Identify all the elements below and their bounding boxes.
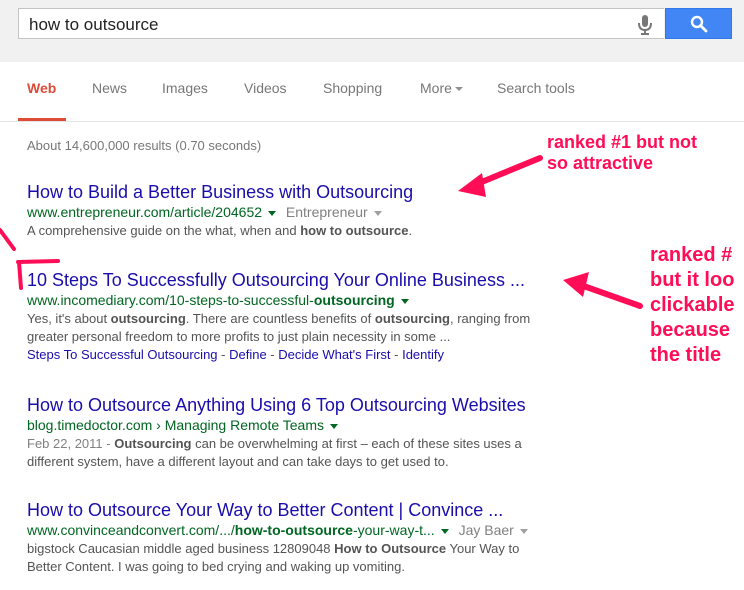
tab-images[interactable]: Images [162, 80, 208, 96]
search-result: How to Outsource Your Way to Better Cont… [27, 499, 597, 576]
snippet-line: Yes, it's about outsourcing. There are c… [27, 310, 597, 328]
sitelink-separator: - [390, 347, 403, 362]
chevron-down-icon[interactable] [373, 210, 382, 216]
search-input[interactable] [27, 12, 631, 38]
sitelink-separator: - [266, 347, 279, 362]
chevron-down-icon[interactable] [400, 298, 409, 304]
snippet-text: . There are countless benefits of [185, 311, 375, 326]
snippet-text: Yes, it's about [27, 311, 111, 326]
snippet-bold: how to outsource [300, 223, 409, 238]
sitelink[interactable]: Steps To Successful Outsourcing [27, 347, 218, 362]
chevron-down-icon [454, 87, 463, 92]
annotation-line: so attractive [547, 153, 654, 173]
annotation-line: clickable [650, 294, 735, 316]
annotation-mark [17, 260, 23, 290]
tab-web[interactable]: Web [27, 80, 56, 96]
search-button[interactable] [665, 8, 732, 39]
result-source: Entrepreneur [285, 204, 368, 220]
snippet-bold: How to Outsource [334, 541, 447, 556]
result-url-text: blog.timedoctor.com › Managing Remote Te… [27, 417, 324, 433]
result-title-link[interactable]: 10 Steps To Successfully Outsourcing You… [27, 269, 597, 291]
result-url-bold: how-to-outsource [234, 522, 353, 538]
sitelink[interactable]: Decide What's First [278, 347, 390, 362]
result-title-link[interactable]: How to Build a Better Business with Outs… [27, 181, 597, 203]
active-tab-indicator [18, 118, 66, 121]
result-url-text: -your-way-t... [352, 522, 435, 538]
result-url: www.convinceandconvert.com/.../how-to-ou… [27, 521, 597, 540]
snippet-line: Better Content. I was going to bed cryin… [27, 559, 405, 574]
chevron-down-icon[interactable] [330, 423, 338, 429]
annotation-text: ranked # but it loo clickable because th… [650, 243, 735, 368]
annotation-text: ranked #1 but not so attractive [547, 132, 697, 174]
result-url-text: www.convinceandconvert.com/.../ [27, 522, 235, 538]
annotation-mark [16, 259, 60, 264]
result-snippet: Yes, it's about outsourcing. There are c… [27, 310, 597, 346]
annotation-line: because [650, 319, 731, 341]
snippet-bold: outsourcing [374, 311, 450, 326]
result-url: www.entrepreneur.com/article/204652 Entr… [27, 203, 597, 222]
tab-more[interactable]: More [420, 80, 463, 96]
result-title-link[interactable]: How to Outsource Anything Using 6 Top Ou… [27, 394, 597, 416]
annotation-line: the title [650, 344, 722, 366]
tab-search-tools[interactable]: Search tools [497, 80, 575, 96]
search-result: 10 Steps To Successfully Outsourcing You… [27, 269, 597, 364]
tab-shopping[interactable]: Shopping [323, 80, 382, 96]
snippet-text: can be overwhelming at first – each of t… [191, 436, 522, 451]
snippet-line: different system, have a different layou… [27, 454, 449, 469]
sitelink[interactable]: Define [229, 347, 267, 362]
chevron-down-icon[interactable] [519, 528, 528, 534]
snippet-line: greater personal freedom to more profits… [27, 329, 451, 344]
annotation-mark [0, 228, 16, 251]
magnifier-icon [690, 15, 708, 33]
search-tabs: Web News Images Videos Shopping More Sea… [0, 62, 744, 122]
snippet-text: . [408, 223, 413, 238]
tab-videos[interactable]: Videos [244, 80, 287, 96]
snippet-bold: Outsourcing [114, 436, 192, 451]
result-title-link[interactable]: How to Outsource Your Way to Better Cont… [27, 499, 597, 521]
sitelinks: Steps To Successful Outsourcing - Define… [27, 346, 597, 364]
annotation-line: but it loo [650, 269, 735, 291]
search-result: How to Build a Better Business with Outs… [27, 181, 597, 240]
result-url: blog.timedoctor.com › Managing Remote Te… [27, 416, 597, 435]
annotation-line: ranked #1 but not [547, 132, 698, 152]
search-box[interactable] [18, 8, 664, 39]
chevron-down-icon[interactable] [268, 210, 277, 216]
result-snippet: A comprehensive guide on the what, when … [27, 222, 597, 240]
result-date: Feb 22, 2011 - [27, 436, 115, 451]
result-url-text: www.incomediary.com/10-steps-to-successf… [27, 292, 314, 308]
snippet-bold: outsourcing [110, 311, 186, 326]
result-url-text: www.entrepreneur.com/article/204652 [27, 204, 263, 220]
microphone-icon[interactable] [636, 14, 654, 36]
sitelink[interactable]: Identify [402, 347, 444, 362]
result-url: www.incomediary.com/10-steps-to-successf… [27, 291, 597, 310]
result-snippet: bigstock Caucasian middle aged business … [27, 540, 597, 576]
top-bar [0, 0, 744, 62]
result-source: Jay Baer [458, 522, 514, 538]
search-result: How to Outsource Anything Using 6 Top Ou… [27, 394, 597, 471]
result-stats: About 14,600,000 results (0.70 seconds) [27, 138, 262, 153]
tab-news[interactable]: News [92, 80, 127, 96]
snippet-text: A comprehensive guide on the what, when … [27, 223, 301, 238]
snippet-text: , ranging from [449, 311, 531, 326]
snippet-text: Your Way to [446, 541, 520, 556]
result-snippet: Feb 22, 2011 - Outsourcing can be overwh… [27, 435, 597, 471]
sitelink-separator: - [217, 347, 230, 362]
snippet-text: bigstock Caucasian middle aged business … [27, 541, 335, 556]
snippet-line: Feb 22, 2011 - Outsourcing can be overwh… [27, 435, 597, 453]
tab-more-label: More [420, 80, 452, 96]
result-url-bold: outsourcing [313, 292, 395, 308]
annotation-line: ranked # [650, 244, 733, 266]
chevron-down-icon[interactable] [440, 528, 449, 534]
snippet-line: bigstock Caucasian middle aged business … [27, 540, 597, 558]
